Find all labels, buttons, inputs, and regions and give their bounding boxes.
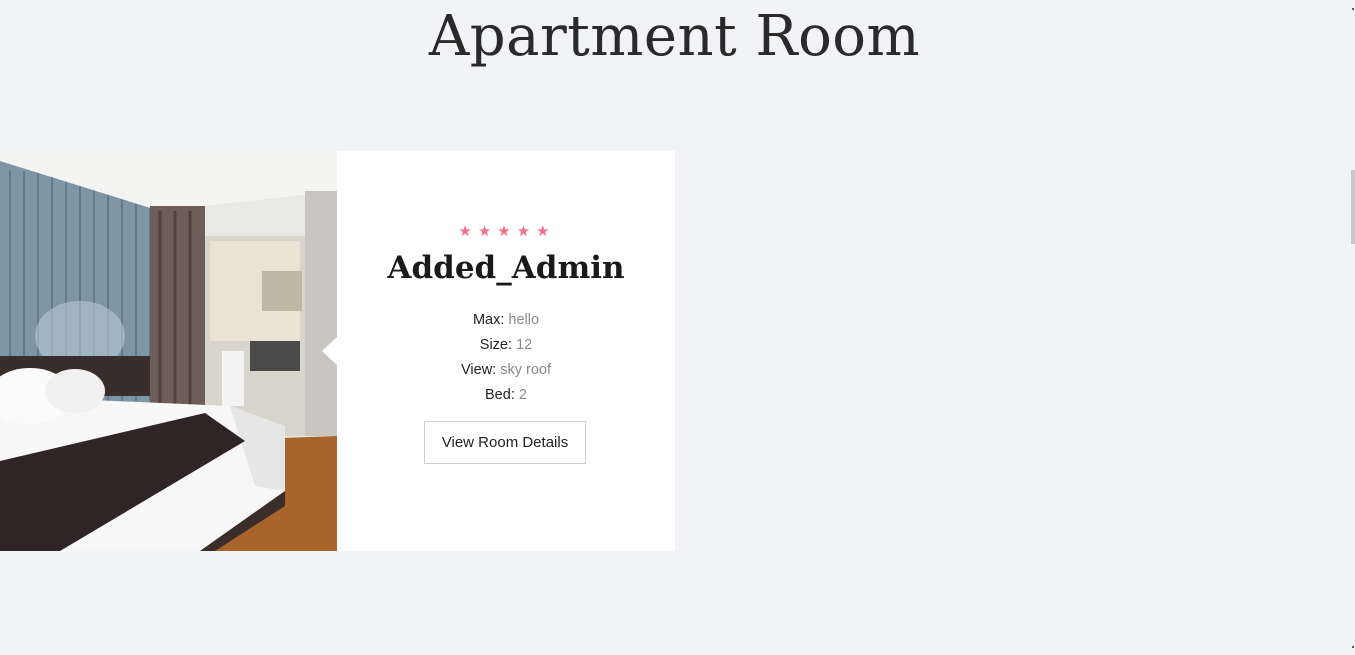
room-name: Added_Admin [387,250,625,286]
spec-label: View: [461,362,497,378]
spec-size: Size: 12 [337,333,675,358]
scroll-down-icon[interactable] [1352,646,1354,648]
spec-max: Max: hello [337,308,675,333]
star-icon: ★ [536,223,554,240]
spec-view: View: sky roof [337,358,675,383]
scroll-up-icon[interactable] [1352,8,1354,10]
room-specs: Max: hello Size: 12 View: sky roof Bed: … [337,308,675,408]
spec-value: 12 [516,337,533,353]
star-icon: ★ [497,223,515,240]
star-icon: ★ [458,223,476,240]
scrollbar-thumb[interactable] [1351,170,1355,244]
star-icon: ★ [516,223,535,240]
spec-value: hello [508,312,540,328]
spec-label: Bed: [485,387,515,403]
spec-label: Size: [479,337,513,353]
spec-bed: Bed: 2 [337,383,675,408]
rating-stars: ★ ★ ★ ★ ★ [337,223,675,241]
view-room-details-button[interactable]: View Room Details [424,421,586,464]
star-icon: ★ [477,223,496,240]
card-pointer-arrow [322,337,337,365]
room-card: ★ ★ ★ ★ ★ Added_Admin Max: hello Size: 12 Vi… [0,151,675,551]
room-info-panel: ★ ★ ★ ★ ★ Added_Admin Max: hello Size: 12 Vi… [337,151,675,551]
page-title: Apartment Room [428,4,921,69]
spec-value: sky roof [500,362,551,378]
spec-value: 2 [518,387,527,403]
room-image [0,151,337,551]
spec-label: Max: [472,312,505,328]
